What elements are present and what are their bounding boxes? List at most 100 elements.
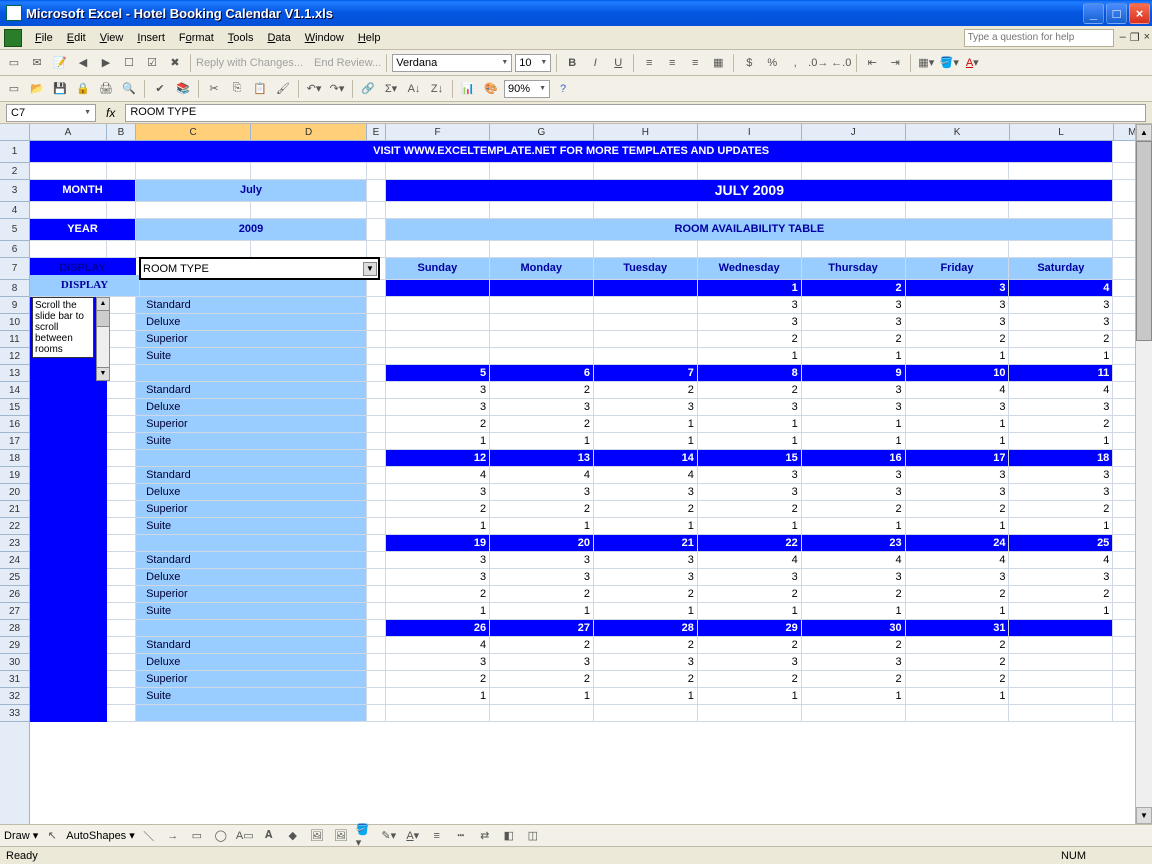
cell[interactable] [107, 365, 136, 382]
availability-cell[interactable]: 2 [802, 586, 906, 603]
align-center-button[interactable]: ≡ [662, 53, 682, 73]
template-link-banner[interactable]: VISIT WWW.EXCELTEMPLATE.NET FOR MORE TEM… [30, 141, 1113, 163]
menu-insert[interactable]: Insert [130, 30, 172, 46]
paste-icon[interactable]: 📋 [250, 79, 270, 99]
cell[interactable] [107, 163, 136, 180]
select-all-button[interactable] [0, 124, 29, 141]
col-header-F[interactable]: F [386, 124, 490, 140]
room-type-deluxe[interactable]: Deluxe [136, 484, 367, 501]
delete-comment-icon[interactable]: ✖ [165, 53, 185, 73]
availability-cell[interactable] [594, 331, 698, 348]
availability-cell[interactable]: 3 [906, 314, 1010, 331]
cell[interactable] [367, 654, 386, 671]
availability-cell[interactable]: 3 [386, 484, 490, 501]
row-header-3[interactable]: 3 [0, 180, 29, 202]
cell[interactable] [367, 603, 386, 620]
cell[interactable] [698, 705, 802, 722]
row-header-5[interactable]: 5 [0, 219, 29, 241]
availability-cell[interactable]: 2 [698, 671, 802, 688]
availability-cell[interactable]: 4 [386, 637, 490, 654]
cell[interactable] [386, 241, 490, 258]
clipart-icon[interactable]: 🖼 [307, 826, 327, 846]
availability-cell[interactable]: 2 [698, 331, 802, 348]
availability-cell[interactable]: 3 [906, 569, 1010, 586]
date-cell[interactable]: 16 [802, 450, 906, 467]
date-cell[interactable]: 7 [594, 365, 698, 382]
availability-cell[interactable]: 1 [802, 518, 906, 535]
date-cell[interactable]: 23 [802, 535, 906, 552]
availability-cell[interactable]: 1 [698, 603, 802, 620]
availability-cell[interactable]: 3 [802, 569, 906, 586]
room-type-deluxe[interactable]: Deluxe [136, 654, 367, 671]
day-header-sunday[interactable]: Sunday [386, 258, 490, 280]
cell[interactable] [367, 433, 386, 450]
date-cell[interactable]: 8 [698, 365, 802, 382]
room-type-standard[interactable]: Standard [136, 467, 367, 484]
cell[interactable] [698, 163, 802, 180]
date-cell[interactable] [1009, 620, 1113, 637]
row-header-6[interactable]: 6 [0, 241, 29, 258]
cell[interactable] [367, 637, 386, 654]
cell[interactable] [367, 620, 386, 637]
cell[interactable] [802, 163, 906, 180]
increase-decimal-button[interactable]: .0→ [808, 53, 828, 73]
italic-button[interactable]: I [585, 53, 605, 73]
cell[interactable] [30, 416, 107, 433]
availability-cell[interactable]: 1 [802, 603, 906, 620]
room-type-suite[interactable]: Suite [136, 603, 367, 620]
research-icon[interactable]: 📚 [173, 79, 193, 99]
insert-comment-icon[interactable]: 📝 [50, 53, 70, 73]
menu-view[interactable]: View [93, 30, 131, 46]
cell[interactable] [107, 416, 136, 433]
row-header-28[interactable]: 28 [0, 620, 29, 637]
date-cell[interactable]: 31 [906, 620, 1010, 637]
row-header-27[interactable]: 27 [0, 603, 29, 620]
cell[interactable] [30, 501, 107, 518]
availability-cell[interactable]: 3 [698, 399, 802, 416]
cell[interactable] [30, 399, 107, 416]
font-color-button[interactable]: A▾ [962, 53, 982, 73]
line-style-icon[interactable]: ≡ [427, 826, 447, 846]
month-value[interactable]: July [136, 180, 367, 202]
availability-cell[interactable]: 3 [386, 552, 490, 569]
line-color-icon[interactable]: ✎▾ [379, 826, 399, 846]
availability-cell[interactable]: 3 [594, 569, 698, 586]
availability-cell[interactable] [386, 314, 490, 331]
percent-button[interactable]: % [762, 53, 782, 73]
availability-cell[interactable]: 3 [1009, 399, 1113, 416]
room-type-cell[interactable] [136, 365, 367, 382]
availability-cell[interactable]: 3 [906, 399, 1010, 416]
availability-cell[interactable]: 2 [594, 586, 698, 603]
date-cell[interactable]: 4 [1009, 280, 1113, 297]
availability-cell[interactable]: 3 [802, 467, 906, 484]
combobox-arrow-icon[interactable]: ▼ [363, 262, 377, 276]
cell[interactable] [367, 180, 387, 202]
row-header-21[interactable]: 21 [0, 501, 29, 518]
cell[interactable] [594, 163, 698, 180]
availability-cell[interactable]: 3 [802, 382, 906, 399]
availability-cell[interactable]: 2 [698, 382, 802, 399]
cell[interactable] [367, 280, 386, 297]
availability-cell[interactable]: 1 [698, 348, 802, 365]
cell[interactable] [367, 163, 386, 180]
row-header-2[interactable]: 2 [0, 163, 29, 180]
fill-color-button[interactable]: 🪣▾ [939, 53, 959, 73]
date-cell[interactable]: 17 [906, 450, 1010, 467]
date-cell[interactable]: 24 [906, 535, 1010, 552]
cell[interactable] [386, 705, 490, 722]
bold-button[interactable]: B [562, 53, 582, 73]
availability-cell[interactable]: 3 [698, 314, 802, 331]
cell[interactable] [30, 654, 107, 671]
cell[interactable] [802, 202, 906, 219]
availability-cell[interactable]: 2 [906, 586, 1010, 603]
cell[interactable] [594, 241, 698, 258]
room-type-suite[interactable]: Suite [136, 348, 367, 365]
maximize-button[interactable]: □ [1106, 3, 1127, 24]
availability-cell[interactable]: 2 [802, 637, 906, 654]
cell[interactable] [906, 163, 1010, 180]
row-header-30[interactable]: 30 [0, 654, 29, 671]
availability-cell[interactable]: 1 [594, 433, 698, 450]
date-cell[interactable]: 5 [386, 365, 490, 382]
availability-cell[interactable]: 3 [1009, 314, 1113, 331]
room-type-standard[interactable]: Standard [136, 637, 367, 654]
